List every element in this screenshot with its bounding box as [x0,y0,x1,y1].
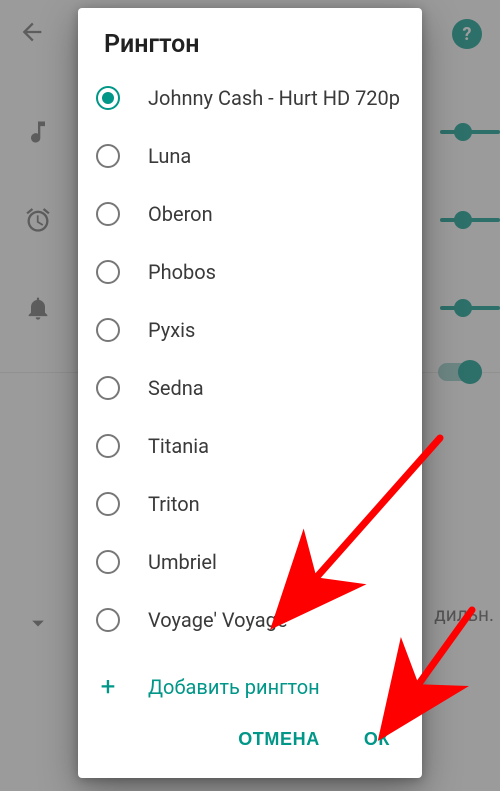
radio-icon [96,492,120,516]
radio-icon [96,608,120,632]
cancel-button[interactable]: ОТМЕНА [232,721,326,758]
ringtone-item[interactable]: Oberon [78,185,422,243]
ringtone-item[interactable]: Luna [78,127,422,185]
radio-icon [96,202,120,226]
add-ringtone-label: Добавить рингтон [148,675,320,699]
radio-icon [96,434,120,458]
ringtone-label: Umbriel [148,550,217,575]
ringtone-item[interactable]: Titania [78,417,422,475]
dialog-title: Рингтон [78,8,422,65]
ringtone-label: Voyage' Voyage [148,608,287,633]
radio-icon [96,260,120,284]
ringtone-item[interactable]: Sedna [78,359,422,417]
ringtone-item[interactable]: Umbriel [78,533,422,591]
ringtone-item[interactable]: Pyxis [78,301,422,359]
ringtone-label: Pyxis [148,318,195,343]
ringtone-item[interactable]: Johnny Cash - Hurt HD 720p [78,69,422,127]
radio-icon [96,144,120,168]
ringtone-label: Triton [148,492,200,517]
ringtone-label: Phobos [148,260,216,285]
ringtone-item[interactable]: Phobos [78,243,422,301]
ringtone-label: Johnny Cash - Hurt HD 720p [148,86,400,111]
ringtone-label: Titania [148,434,209,459]
ringtone-dialog: Рингтон Johnny Cash - Hurt HD 720p Luna Ob… [78,8,422,778]
radio-icon [96,86,120,110]
radio-icon [96,376,120,400]
radio-icon [96,318,120,342]
ringtone-list: Johnny Cash - Hurt HD 720p Luna Oberon Phob… [78,65,422,659]
ringtone-item[interactable]: Voyage' Voyage [78,591,422,649]
ringtone-label: Oberon [148,202,213,227]
ok-button[interactable]: ОК [358,721,396,758]
add-ringtone-button[interactable]: + Добавить рингтон [78,659,422,709]
dialog-actions: ОТМЕНА ОК [78,709,422,778]
plus-icon: + [96,675,120,699]
radio-icon [96,550,120,574]
ringtone-label: Sedna [148,376,204,401]
ringtone-item[interactable]: Triton [78,475,422,533]
ringtone-label: Luna [148,144,191,169]
